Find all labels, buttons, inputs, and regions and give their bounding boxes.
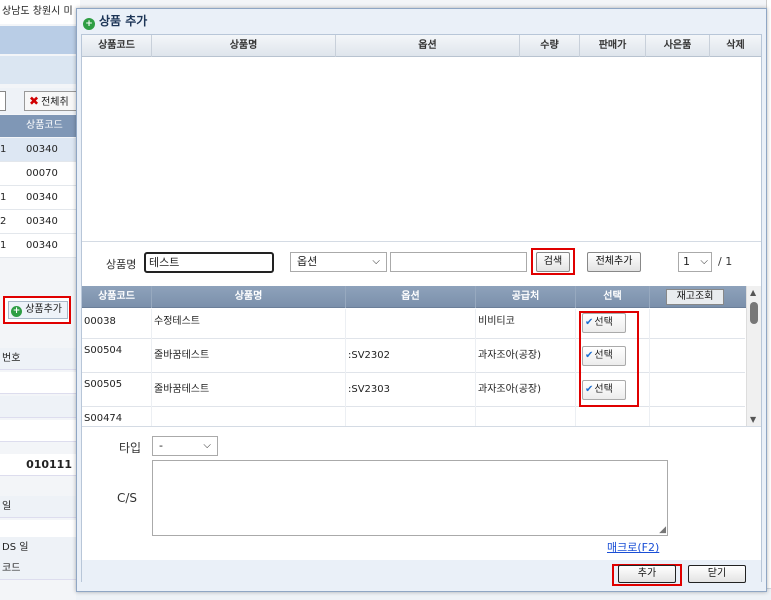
- select-column-highlight: [579, 311, 639, 407]
- plus-icon: +: [11, 306, 22, 317]
- results-scrollbar[interactable]: ▲ ▼: [746, 286, 761, 426]
- bg-table-rows: 1 00340 00070 1 00340 2 00340 1 00340: [0, 138, 80, 258]
- dialog-title: + 상품 추가: [83, 11, 147, 31]
- bg-blank: [0, 420, 80, 442]
- cs-textarea[interactable]: ◢: [152, 460, 668, 536]
- product-name-label: 상품명: [106, 258, 137, 271]
- col-option: 옵션: [336, 35, 520, 57]
- bg-button-fragment[interactable]: [0, 91, 6, 111]
- add-goods-highlight: + 상품추가: [3, 296, 71, 324]
- bg-blank: [0, 396, 80, 418]
- col-gift: 사은품: [646, 35, 710, 57]
- cancel-all-button[interactable]: ✖ 전체취: [24, 91, 84, 111]
- bg-label-code: 코드: [0, 558, 80, 580]
- bg-label-ds-day: DS 일: [0, 537, 80, 559]
- dialog-footer: 추가 닫기: [82, 560, 761, 586]
- col-product-name: 상품명: [152, 35, 336, 57]
- col-product-code: 상품코드: [82, 286, 152, 308]
- table-row[interactable]: S00474: [82, 407, 745, 426]
- add-button[interactable]: 추가: [618, 565, 676, 583]
- x-icon: ✖: [29, 94, 40, 108]
- search-button[interactable]: 검색: [536, 252, 570, 272]
- add-goods-button[interactable]: + 상품추가: [8, 301, 68, 319]
- selected-table-header: 상품코드 상품명 옵션 수량 판매가 사은품 삭제: [82, 35, 761, 57]
- bg-label-day: 일: [0, 496, 80, 518]
- type-select[interactable]: - ⌵: [152, 436, 218, 456]
- col-product-name: 상품명: [152, 286, 346, 308]
- table-row[interactable]: 00038 수정테스트 비비티코 ✔선택: [82, 309, 745, 339]
- option-input[interactable]: [390, 252, 527, 272]
- selected-products-area: [82, 57, 761, 237]
- col-price: 판매가: [580, 35, 646, 57]
- product-name-input[interactable]: 테스트: [144, 252, 274, 273]
- table-row[interactable]: 1 00340: [0, 234, 80, 258]
- col-delete: 삭제: [726, 40, 745, 51]
- scroll-up-icon[interactable]: ▲: [750, 288, 756, 297]
- address-text: 상남도 창원시 미: [0, 0, 80, 24]
- add-product-dialog: + 상품 추가 상품코드 상품명 옵션 수량 판매가 사은품 삭제 상품명 테스트…: [76, 8, 767, 592]
- bg-blank: [0, 372, 80, 394]
- table-row[interactable]: 2 00340: [0, 210, 80, 234]
- stock-check-button[interactable]: 재고조회: [666, 289, 724, 305]
- option-select[interactable]: 옵션 ⌵: [290, 252, 387, 272]
- table-row[interactable]: S00505 줄바꿈테스트 :SV2303 과자조아(공장) ✔선택: [82, 373, 745, 407]
- col-product-code: 상품코드: [82, 35, 152, 57]
- table-row[interactable]: 00070: [0, 162, 80, 186]
- chevron-down-icon: ⌵: [700, 256, 708, 267]
- macro-link[interactable]: 매크로(F2): [607, 539, 659, 555]
- col-stock: 재고조회: [650, 286, 746, 308]
- close-button[interactable]: 닫기: [688, 565, 746, 583]
- cs-area: 타입 - ⌵ C/S ◢ 매크로(F2): [82, 426, 761, 559]
- cs-label: C/S: [117, 491, 138, 505]
- plus-circle-icon: +: [83, 18, 95, 30]
- page-total: / 1: [718, 255, 733, 268]
- add-all-button[interactable]: 전체추가: [587, 252, 641, 272]
- header-band: [0, 26, 80, 54]
- scroll-thumb[interactable]: [750, 302, 758, 324]
- search-bar: 상품명 테스트 옵션 ⌵ 검색 전체추가 1 ⌵ / 1: [82, 241, 761, 281]
- col-quantity: 수량: [520, 35, 580, 57]
- table-row[interactable]: 1 00340: [0, 186, 80, 210]
- bg-toolbar: ✖ 전체취: [0, 88, 84, 114]
- chevron-down-icon: ⌵: [372, 256, 380, 267]
- resize-handle-icon[interactable]: ◢: [659, 525, 666, 535]
- page-select[interactable]: 1 ⌵: [678, 252, 712, 272]
- scroll-down-icon[interactable]: ▼: [750, 415, 756, 424]
- table-row[interactable]: S00504 줄바꿈테스트 :SV2302 과자조아(공장) ✔선택: [82, 339, 745, 373]
- col-select: 선택: [576, 286, 650, 308]
- bg-label-number: 번호: [0, 348, 80, 370]
- col-supplier: 공급처: [476, 286, 576, 308]
- type-label: 타입: [119, 441, 142, 455]
- subheader-band: [0, 56, 80, 84]
- results-table-header: 상품코드 상품명 옵션 공급처 선택 재고조회: [82, 286, 746, 308]
- chevron-down-icon: ⌵: [203, 440, 211, 451]
- bg-value-number: 010111: [0, 454, 80, 476]
- col-option: 옵션: [346, 286, 476, 308]
- dialog-body: 상품코드 상품명 옵션 수량 판매가 사은품 삭제 상품명 테스트 옵션 ⌵ 검…: [81, 34, 762, 586]
- table-row[interactable]: 1 00340: [0, 138, 80, 162]
- bg-table-header: 상품코드: [0, 115, 80, 137]
